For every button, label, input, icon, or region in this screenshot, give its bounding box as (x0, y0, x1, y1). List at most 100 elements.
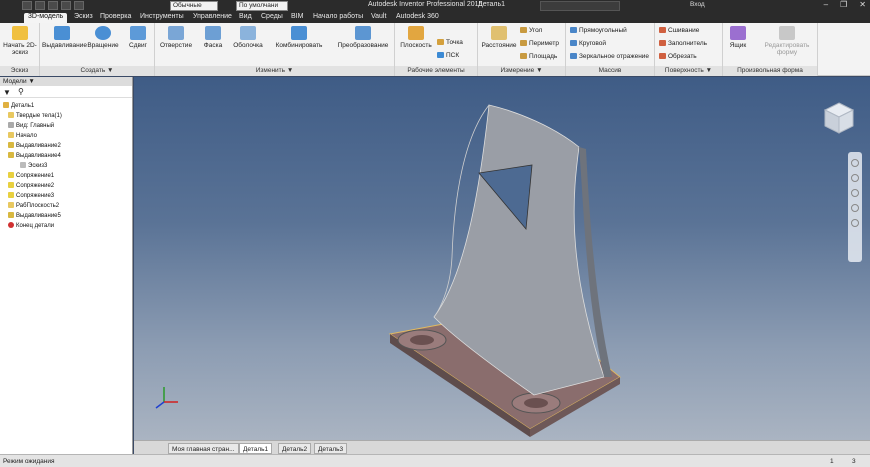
doc-tab-part3[interactable]: Деталь3 (314, 443, 348, 454)
tree-item[interactable]: Сопряжение2 (8, 182, 54, 189)
extrude-button[interactable]: Выдавливание (42, 26, 87, 49)
hole-icon (168, 26, 184, 40)
perimeter-button[interactable]: Периметр (520, 40, 559, 47)
tab-tools[interactable]: Инструменты (136, 13, 188, 23)
tab-bim[interactable]: BIM (287, 13, 307, 23)
circular-pattern-button[interactable]: Круговой (570, 40, 606, 47)
look-at-icon[interactable] (851, 219, 859, 227)
panel-label-work: Рабочие элементы (395, 66, 477, 76)
fillet-icon (8, 172, 14, 178)
tab-manage[interactable]: Управление (189, 13, 236, 23)
tree-item[interactable]: Твердые тела(1) (8, 112, 62, 119)
chamfer-button[interactable]: Фаска (199, 26, 227, 49)
doc-tab-part1[interactable]: Деталь1 (239, 443, 273, 454)
tab-inspect[interactable]: Проверка (96, 13, 135, 23)
revolve-icon (95, 26, 111, 40)
redo-icon[interactable] (74, 1, 84, 10)
tab-autodesk-360[interactable]: Autodesk 360 (392, 13, 443, 23)
view-icon (8, 122, 14, 128)
viewcube[interactable] (822, 101, 856, 135)
point-icon (437, 39, 444, 45)
patch-button[interactable]: Заполнитель (659, 40, 707, 47)
search-input[interactable] (540, 1, 620, 11)
trim-button[interactable]: Обрезать (659, 53, 697, 60)
app-title: Autodesk Inventor Professional 2015 (368, 1, 483, 8)
save-icon[interactable] (48, 1, 58, 10)
plane-button[interactable]: Плоскость (397, 26, 435, 49)
open-icon[interactable] (35, 1, 45, 10)
rectangular-pattern-button[interactable]: Прямоугольный (570, 27, 627, 34)
start-sketch-button[interactable]: Начать 2D-эскиз (3, 26, 37, 56)
minimize-icon[interactable]: – (824, 0, 828, 9)
tab-view[interactable]: Вид (235, 13, 256, 23)
axis-z (155, 401, 165, 409)
panel-label-freeform: Произвольная форма (723, 66, 817, 76)
title-bar: Обычные По умолчани Autodesk Inventor Pr… (0, 0, 870, 12)
panel-create: Выдавливание Вращение Сдвиг Создать ▼ (40, 23, 155, 76)
panel-measure: Расстояние Угол Периметр Площадь Измерен… (478, 23, 566, 76)
maximize-icon[interactable]: ❐ (840, 0, 847, 9)
graphics-viewport[interactable] (134, 77, 870, 440)
tab-get-started[interactable]: Начало работы (309, 13, 367, 23)
status-text: Режим ожидания (3, 458, 55, 465)
plane-icon (408, 26, 424, 40)
signin-link[interactable]: Вход (690, 1, 705, 8)
tree-item[interactable]: РабПлоскость2 (8, 202, 59, 209)
new-icon[interactable] (22, 1, 32, 10)
angle-button[interactable]: Угол (520, 27, 542, 34)
tab-sketch[interactable]: Эскиз (70, 13, 97, 23)
area-icon (520, 53, 527, 59)
find-icon[interactable]: ⚲ (18, 87, 24, 96)
ribbon: Начать 2D-эскиз Эскиз Выдавливание Враще… (0, 23, 870, 76)
perimeter-icon (520, 40, 527, 46)
sweep-button[interactable]: Сдвиг (124, 26, 152, 49)
combine-button[interactable]: Комбинировать (271, 26, 327, 49)
sketch-feature-icon (20, 162, 26, 168)
tree-item[interactable]: Выдавливание5 (8, 212, 61, 219)
tab-environments[interactable]: Среды (257, 13, 287, 23)
fillet-icon (8, 192, 14, 198)
mirror-button[interactable]: Зеркальное отражение (570, 53, 649, 60)
steering-wheel-icon[interactable] (851, 159, 859, 167)
tree-item[interactable]: Вид: Главный (8, 122, 54, 129)
point-button[interactable]: Точка (437, 39, 463, 46)
origin-icon (8, 132, 14, 138)
status-count-1: 1 (830, 458, 834, 465)
distance-button[interactable]: Расстояние (480, 26, 518, 49)
zoom-icon[interactable] (851, 189, 859, 197)
box-button[interactable]: Ящик (725, 26, 751, 49)
ucs-button[interactable]: ПСК (437, 52, 459, 59)
doc-tab-home[interactable]: Моя главная стран... (168, 443, 239, 454)
close-icon[interactable]: ✕ (859, 0, 866, 9)
area-button[interactable]: Площадь (520, 53, 557, 60)
doc-tab-part2[interactable]: Деталь2 (278, 443, 312, 454)
sketch-icon (12, 26, 28, 40)
hole-button[interactable]: Отверстие (159, 26, 193, 49)
ribbon-tabs: 3D-модель Эскиз Проверка Инструменты Упр… (0, 12, 870, 23)
panel-work-features: Плоскость Точка ПСК Рабочие элементы (395, 23, 478, 76)
tab-3d-model[interactable]: 3D-модель (24, 13, 68, 23)
undo-icon[interactable] (61, 1, 71, 10)
tree-item[interactable]: Сопряжение1 (8, 172, 54, 179)
panel-pattern: Прямоугольный Круговой Зеркальное отраже… (566, 23, 655, 76)
appearance-select[interactable]: По умолчани (236, 1, 288, 11)
tab-vault[interactable]: Vault (367, 13, 390, 23)
browser-header[interactable]: Модели ▼ (0, 77, 132, 86)
pan-icon[interactable] (851, 174, 859, 182)
extrude-feature-icon (8, 212, 14, 218)
shell-button[interactable]: Оболочка (231, 26, 265, 49)
filter-icon[interactable]: ▼ (3, 88, 11, 97)
orbit-icon[interactable] (851, 204, 859, 212)
material-select[interactable]: Обычные (170, 1, 218, 11)
edit-form-button[interactable]: Редактировать форму (759, 26, 815, 56)
transform-button[interactable]: Преобразование (335, 26, 391, 49)
tree-item[interactable]: Сопряжение3 (8, 192, 54, 199)
tree-item[interactable]: Выдавливание4 (8, 152, 61, 159)
tree-item[interactable]: Конец детали (8, 222, 54, 229)
tree-item[interactable]: Деталь1 (3, 102, 34, 109)
tree-item[interactable]: Эскиз3 (20, 162, 47, 169)
tree-item[interactable]: Выдавливание2 (8, 142, 61, 149)
revolve-button[interactable]: Вращение (86, 26, 120, 49)
tree-item[interactable]: Начало (8, 132, 37, 139)
stitch-button[interactable]: Сшивание (659, 27, 699, 34)
